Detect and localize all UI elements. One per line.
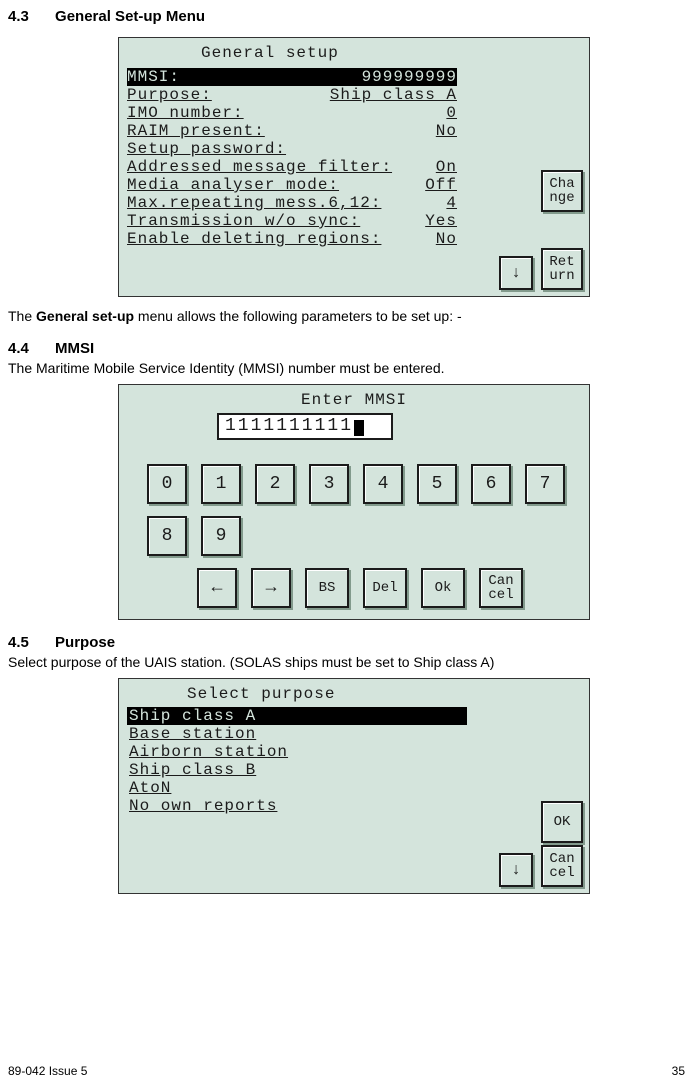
keypad-key-7[interactable]: 7: [525, 464, 565, 504]
setup-row-value: On: [436, 158, 457, 176]
screen-title: General setup: [127, 44, 581, 62]
change-button[interactable]: Cha nge: [541, 170, 583, 212]
screen-title: Enter MMSI: [127, 391, 581, 409]
setup-row-value: 4: [446, 194, 457, 212]
setup-row-label: Max.repeating mess.6,12:: [127, 194, 381, 212]
setup-row-label: Transmission w/o sync:: [127, 212, 360, 230]
keypad-key-9[interactable]: 9: [201, 516, 241, 556]
return-button[interactable]: Ret urn: [541, 248, 583, 290]
cursor-left-button[interactable]: ←: [197, 568, 237, 608]
scroll-down-button[interactable]: ↓: [499, 256, 533, 290]
section-num: 4.5: [8, 634, 29, 651]
setup-row-value: No: [436, 230, 457, 248]
arrow-down-icon: ↓: [511, 863, 521, 877]
setup-row-value: Yes: [425, 212, 457, 230]
section-num: 4.4: [8, 340, 29, 357]
setup-row[interactable]: RAIM present: No: [127, 122, 457, 140]
setup-row[interactable]: Max.repeating mess.6,12: 4: [127, 194, 457, 212]
setup-row-label: IMO number:: [127, 104, 244, 122]
keypad-key-2[interactable]: 2: [255, 464, 295, 504]
keypad-key-1[interactable]: 1: [201, 464, 241, 504]
purpose-option[interactable]: No own reports: [127, 797, 467, 815]
setup-row-label: Media analyser mode:: [127, 176, 339, 194]
setup-row[interactable]: Purpose: Ship class A: [127, 86, 457, 104]
setup-row[interactable]: Enable deleting regions: No: [127, 230, 457, 248]
section-4-3-heading: 4.3 General Set-up Menu: [8, 8, 685, 25]
scroll-down-button[interactable]: ↓: [499, 853, 533, 887]
purpose-option[interactable]: Ship class A: [127, 707, 467, 725]
footer-issue: 89-042 Issue 5: [8, 1064, 87, 1078]
cursor-right-button[interactable]: →: [251, 568, 291, 608]
setup-row-value: Off: [425, 176, 457, 194]
section-title: General Set-up Menu: [55, 8, 205, 25]
setup-row-label: MMSI:: [127, 68, 180, 86]
setup-row-label: Enable deleting regions:: [127, 230, 381, 248]
screen-select-purpose: Select purpose Ship class A Base station…: [118, 678, 590, 894]
setup-row-value: Ship class A: [330, 86, 457, 104]
setup-row-label: Purpose:: [127, 86, 212, 104]
setup-row-label: Setup password:: [127, 140, 286, 158]
section-num: 4.3: [8, 8, 29, 25]
arrow-left-icon: ←: [212, 579, 223, 597]
ok-button[interactable]: Ok: [421, 568, 465, 608]
delete-button[interactable]: Del: [363, 568, 407, 608]
setup-row-value: 0: [446, 104, 457, 122]
setup-row[interactable]: MMSI: 999999999: [127, 68, 457, 86]
section-4-4-heading: 4.4 MMSI: [8, 340, 685, 357]
setup-row-label: RAIM present:: [127, 122, 265, 140]
para-general-setup: The General set-up menu allows the follo…: [8, 307, 685, 326]
purpose-option[interactable]: Airborn station: [127, 743, 467, 761]
section-title: Purpose: [55, 634, 115, 651]
setup-row-value: No: [436, 122, 457, 140]
screen-general-setup: General setup MMSI: 999999999 Purpose: Ship…: [118, 37, 590, 297]
setup-row[interactable]: Setup password:: [127, 140, 457, 158]
screen-title: Select purpose: [127, 685, 581, 703]
keypad-key-3[interactable]: 3: [309, 464, 349, 504]
arrow-down-icon: ↓: [511, 266, 521, 280]
keypad-key-4[interactable]: 4: [363, 464, 403, 504]
text-cursor-icon: [354, 420, 364, 436]
setup-row-value: 999999999: [362, 68, 457, 86]
setup-row[interactable]: IMO number: 0: [127, 104, 457, 122]
backspace-button[interactable]: BS: [305, 568, 349, 608]
mmsi-input[interactable]: 1111111111: [217, 413, 393, 440]
setup-row[interactable]: Addressed message filter: On: [127, 158, 457, 176]
footer-page-number: 35: [672, 1064, 685, 1078]
section-title: MMSI: [55, 340, 94, 357]
arrow-right-icon: →: [266, 579, 277, 597]
keypad-key-0[interactable]: 0: [147, 464, 187, 504]
keypad-key-8[interactable]: 8: [147, 516, 187, 556]
setup-row[interactable]: Transmission w/o sync: Yes: [127, 212, 457, 230]
setup-row[interactable]: Media analyser mode: Off: [127, 176, 457, 194]
keypad-key-5[interactable]: 5: [417, 464, 457, 504]
ok-button[interactable]: OK: [541, 801, 583, 843]
page-footer: 89-042 Issue 5 35: [8, 1064, 685, 1078]
setup-row-label: Addressed message filter:: [127, 158, 392, 176]
purpose-option[interactable]: Ship class B: [127, 761, 467, 779]
screen-enter-mmsi: Enter MMSI 1111111111 01234567 89 ← → BS…: [118, 384, 590, 620]
para-purpose: Select purpose of the UAIS station. (SOL…: [8, 653, 685, 672]
cancel-button[interactable]: Can cel: [479, 568, 523, 608]
para-mmsi: The Maritime Mobile Service Identity (MM…: [8, 359, 685, 378]
cancel-button[interactable]: Can cel: [541, 845, 583, 887]
purpose-option[interactable]: Base station: [127, 725, 467, 743]
section-4-5-heading: 4.5 Purpose: [8, 634, 685, 651]
purpose-option[interactable]: AtoN: [127, 779, 467, 797]
keypad-key-6[interactable]: 6: [471, 464, 511, 504]
